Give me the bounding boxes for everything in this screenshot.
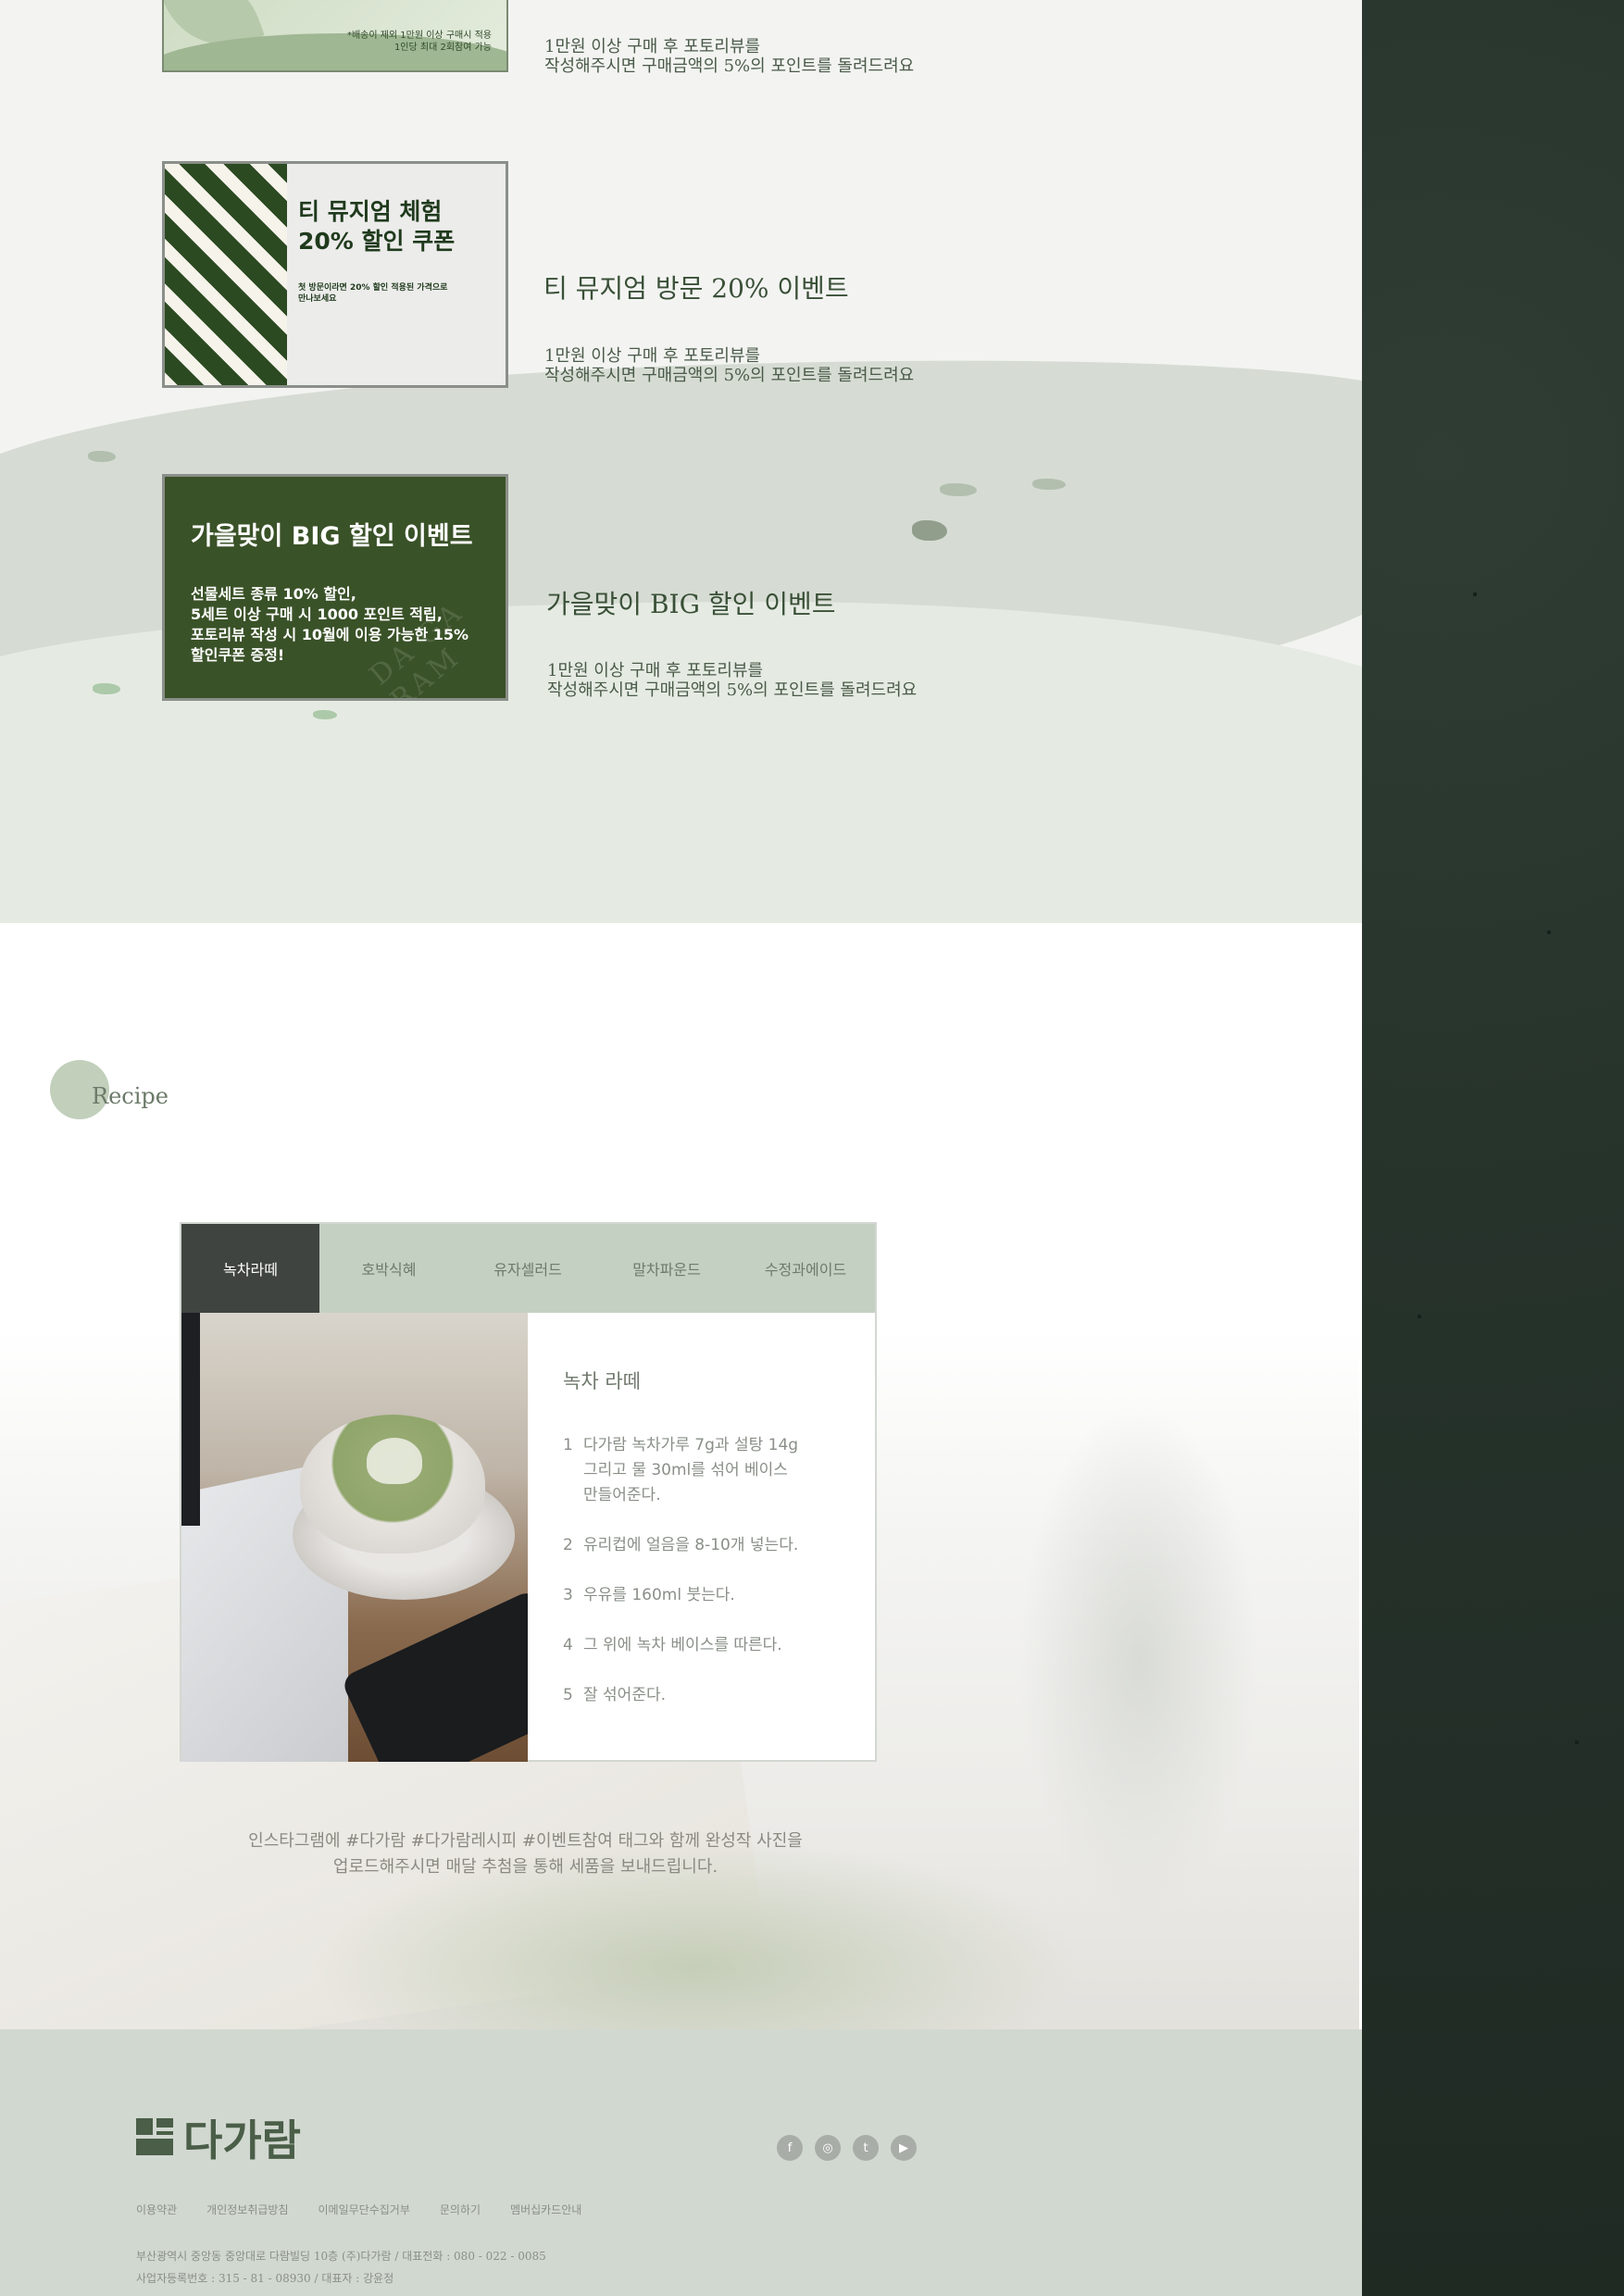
phone [340,1588,528,1762]
recipe-card: 녹차라떼 호박식혜 유자셀러드 말차파운드 수정과에이드 녹차 라떼 1 다가람… [180,1222,877,1762]
brand-logo-icon [136,2118,173,2155]
twitter-icon[interactable]: t [853,2135,879,2161]
event-desc: 1만원 이상 구매 후 포토리뷰를 작성해주시면 구매금액의 5%의 포인트를 … [544,37,915,76]
event-desc: 1만원 이상 구매 후 포토리뷰를 작성해주시면 구매금액의 5%의 포인트를 … [544,346,915,385]
facebook-icon[interactable]: f [777,2135,803,2161]
footer: 다가람 f ◎ t ▶ 이용약관 개인정보취급방침 이메일무단수집거부 문의하기… [0,2029,1362,2296]
event-title[interactable]: 가을맞이 BIG 할인 이벤트 [546,584,836,621]
tab-sujeonggwa-ade[interactable]: 수정과에이드 [736,1224,875,1313]
tab-yuja-salad[interactable]: 유자셀러드 [458,1224,597,1313]
maze-image [165,164,287,385]
event-banner-autumn-sale[interactable]: 가을맞이 BIG 할인 이벤트 선물세트 종류 10% 할인, 5세트 이상 구… [162,474,508,701]
recipe-photo [181,1313,528,1762]
banner-heading: 가을맞이 BIG 할인 이벤트 [191,522,473,551]
brand-logo-text[interactable]: 다가람 [183,2107,301,2168]
banner-subtext: 첫 방문이라면 20% 할인 적용된 가격으로 만나보세요 [298,283,448,304]
section-title-recipe: Recipe [92,1083,169,1109]
banner-note: *배송이 제외 1만원 이상 구매시 적용 1인당 최대 2회참여 가능 [346,31,492,53]
footer-link-email-policy[interactable]: 이메일무단수집거부 [319,2202,410,2217]
event-desc: 1만원 이상 구매 후 포토리뷰를 작성해주시면 구매금액의 5%의 포인트를 … [547,661,918,700]
banner-heading: 티 뮤지엄 체험 20% 할인 쿠폰 [298,198,456,255]
footer-link-terms[interactable]: 이용약관 [136,2202,177,2217]
footer-link-privacy[interactable]: 개인정보취급방침 [206,2202,288,2217]
recipe-title: 녹차 라떼 [563,1370,641,1392]
footer-links: 이용약관 개인정보취급방침 이메일무단수집거부 문의하기 멤버십카드안내 [136,2202,581,2217]
tab-pumpkin-sikhye[interactable]: 호박식혜 [319,1224,458,1313]
latte-cup [300,1415,485,1554]
side-panel [1362,0,1624,2296]
tab-green-tea-latte[interactable]: 녹차라떼 [181,1224,319,1313]
event-banner-review[interactable]: *배송이 제외 1만원 이상 구매시 적용 1인당 최대 2회참여 가능 [162,0,508,72]
youtube-icon[interactable]: ▶ [891,2135,917,2161]
instagram-event-note: 인스타그램에 #다가람 #다가람레시피 #이벤트참여 태그와 함께 완성작 사진… [248,1831,803,1877]
instagram-icon[interactable]: ◎ [815,2135,841,2161]
event-banner-tea-museum[interactable]: 티 뮤지엄 체험 20% 할인 쿠폰 첫 방문이라면 20% 할인 적용된 가격… [162,161,508,388]
footer-link-contact[interactable]: 문의하기 [440,2202,481,2217]
recipe-tabs: 녹차라떼 호박식혜 유자셀러드 말차파운드 수정과에이드 [181,1224,875,1313]
company-info: 부산광역시 중앙동 중앙대로 다람빌딩 10층 (주)다가람 / 대표전화 : … [136,2250,546,2285]
events-section: *배송이 제외 1만원 이상 구매시 적용 1인당 최대 2회참여 가능 1만원… [0,0,1362,923]
event-title[interactable]: 티 뮤지엄 방문 20% 이벤트 [543,268,849,306]
footer-link-membership[interactable]: 멤버십카드안내 [510,2202,581,2217]
tab-matcha-pound[interactable]: 말차파운드 [597,1224,736,1313]
